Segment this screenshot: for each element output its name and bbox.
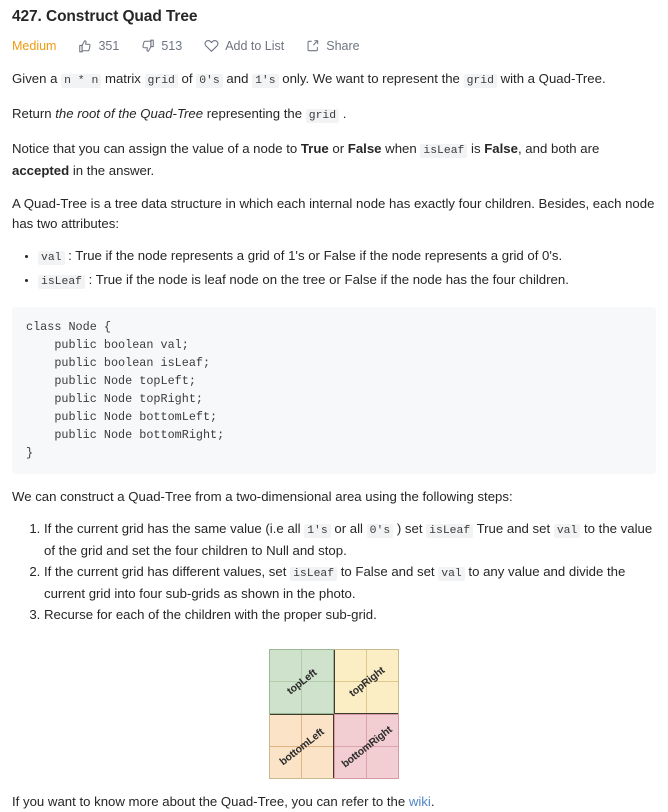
step1-text-4: True and set [473, 521, 554, 536]
paragraph-2: Return the root of the Quad-Tree represe… [12, 104, 656, 126]
code-grid-3: grid [305, 109, 340, 123]
share-button[interactable]: Share [306, 38, 360, 53]
code-ones: 1's [252, 74, 279, 88]
p2-emphasis: the root of the Quad-Tree [55, 106, 204, 121]
footer-text-2: . [430, 794, 435, 809]
footer-text-1: If you want to know more about the Quad-… [12, 794, 409, 809]
code-isleaf-attr: isLeaf [38, 275, 86, 289]
wiki-reference-note: If you want to know more about the Quad-… [12, 792, 656, 812]
code-val-step2: val [438, 567, 465, 581]
heart-icon [204, 38, 219, 53]
p3-bold-accepted: accepted [12, 163, 70, 178]
problem-description-page: 427. Construct Quad Tree Medium 351 513 … [0, 7, 668, 812]
p1-text-5: only. We want to represent the [278, 71, 464, 86]
difficulty-badge: Medium [12, 38, 57, 53]
p3-text-1: Notice that you can assign the value of … [12, 141, 301, 156]
list-item: isLeaf : True if the node is leaf node o… [38, 270, 656, 292]
quadrant-top-left: topLeft [269, 649, 334, 714]
step1-text-2: or all [330, 521, 367, 536]
thumbs-down-icon [141, 39, 155, 53]
p3-text-5: , and both are [517, 141, 600, 156]
thumbs-up-icon [78, 39, 92, 53]
step3-text-1: Recurse for each of the children with th… [44, 607, 377, 622]
code-isleaf: isLeaf [420, 144, 468, 158]
page-title: 427. Construct Quad Tree [12, 8, 198, 25]
code-isleaf-step2: isLeaf [290, 567, 338, 581]
construction-steps-list: If the current grid has the same value (… [12, 519, 656, 625]
quadrant-top-right: topRight [334, 649, 399, 714]
code-val: val [38, 251, 65, 265]
add-to-list-button[interactable]: Add to List [204, 38, 284, 53]
paragraph-4: A Quad-Tree is a tree data structure in … [12, 196, 655, 231]
figure-container: topLeft topRight bottomLeft bottomRight [12, 649, 656, 779]
dislike-button[interactable]: 513 [141, 39, 182, 53]
p1-text-4: and [222, 71, 253, 86]
code-zeros-step: 0's [366, 524, 394, 538]
add-to-list-label: Add to List [225, 38, 285, 53]
paragraph-1: Given a n * n matrix grid of 0's and 1's… [12, 69, 656, 91]
p2-text-1: Return [12, 106, 56, 121]
list-item: Recurse for each of the children with th… [44, 605, 656, 625]
share-label: Share [326, 38, 360, 53]
code-isleaf-step1: isLeaf [426, 524, 474, 538]
code-grid-2: grid [463, 74, 497, 88]
paragraph-5: We can construct a Quad-Tree from a two-… [12, 489, 513, 504]
code-n-times-n: n * n [61, 74, 102, 88]
attribute-text-isleaf: : True if the node is leaf node on the t… [85, 272, 569, 287]
like-button[interactable]: 351 [78, 39, 119, 53]
p3-text-4: is [467, 141, 485, 156]
node-class-code-block: class Node { public boolean val; public … [12, 307, 656, 474]
wiki-link[interactable]: wiki [409, 794, 431, 809]
code-ones-step: 1's [304, 524, 331, 538]
p1-text-2: matrix [101, 71, 145, 86]
code-grid: grid [144, 74, 178, 88]
p2-text-2: representing the [203, 106, 306, 121]
list-item: val : True if the node represents a grid… [38, 246, 656, 268]
step2-text-2: to False and set [337, 564, 439, 579]
list-item: If the current grid has different values… [44, 562, 656, 604]
code-zeros: 0's [196, 74, 223, 88]
p1-text-1: Given a [12, 71, 62, 86]
like-count: 351 [98, 38, 120, 53]
p3-bold-false-2: False [484, 141, 518, 156]
quadrant-bottom-left: bottomLeft [269, 714, 334, 779]
step1-text-1: If the current grid has the same value (… [44, 521, 305, 536]
p1-text-3: of [177, 71, 197, 86]
p3-text-2: or [328, 141, 348, 156]
step1-text-3: ) set [393, 521, 427, 536]
paragraph-3: Notice that you can assign the value of … [12, 139, 656, 181]
p3-text-6: in the answer. [69, 163, 155, 178]
quad-tree-subdivision-diagram: topLeft topRight bottomLeft bottomRight [269, 649, 399, 779]
step2-text-1: If the current grid has different values… [44, 564, 291, 579]
p3-text-3: when [381, 141, 421, 156]
attribute-text-val: : True if the node represents a grid of … [64, 248, 563, 263]
problem-content: Given a n * n matrix grid of 0's and 1's… [12, 69, 656, 812]
list-item: If the current grid has the same value (… [44, 519, 656, 561]
dislike-count: 513 [161, 38, 183, 53]
p3-bold-false: False [347, 141, 382, 156]
share-icon [306, 39, 320, 53]
quadrant-bottom-right: bottomRight [334, 714, 399, 779]
attributes-list: val : True if the node represents a grid… [12, 246, 656, 292]
diagram-horizontal-divider [269, 713, 399, 715]
p1-text-6: with a Quad-Tree. [496, 71, 606, 86]
code-val-step1: val [553, 524, 581, 538]
problem-meta-row: Medium 351 513 Add to List Share [12, 38, 656, 53]
p3-bold-true: True [300, 141, 329, 156]
p2-text-3: . [339, 106, 347, 121]
